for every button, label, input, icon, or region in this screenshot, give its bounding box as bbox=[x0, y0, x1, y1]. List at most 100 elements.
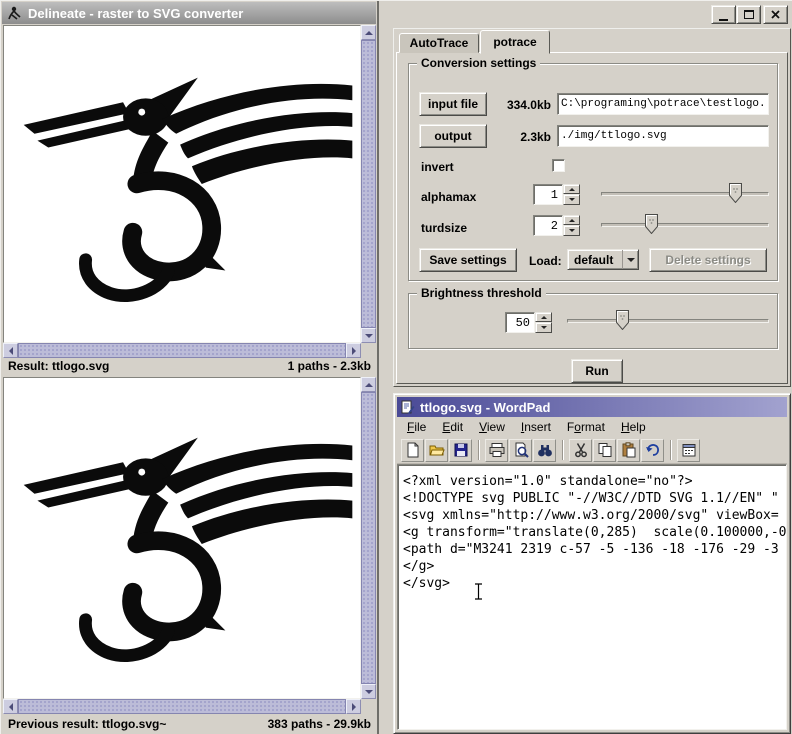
input-file-path-field[interactable] bbox=[557, 93, 769, 115]
date-time-button[interactable] bbox=[677, 439, 700, 462]
turdsize-slider-thumb[interactable] bbox=[645, 214, 658, 234]
print-preview-icon bbox=[513, 442, 529, 458]
wordpad-titlebar[interactable]: ttlogo.svg - WordPad bbox=[397, 397, 787, 417]
scrollbar-thumb[interactable] bbox=[18, 343, 346, 358]
turdsize-slider[interactable] bbox=[601, 213, 769, 237]
input-file-button[interactable]: input file bbox=[419, 92, 487, 116]
scroll-left-button[interactable] bbox=[3, 699, 18, 714]
cut-button[interactable] bbox=[569, 439, 592, 462]
alphamax-slider-track[interactable] bbox=[601, 192, 769, 196]
tab-autotrace[interactable]: AutoTrace bbox=[399, 33, 479, 53]
undo-button[interactable] bbox=[641, 439, 664, 462]
turdsize-slider-track[interactable] bbox=[601, 223, 769, 227]
output-button-label: output bbox=[434, 129, 471, 143]
turdsize-spin-up-button[interactable] bbox=[563, 215, 580, 225]
undo-icon bbox=[645, 442, 661, 458]
brightness-slider[interactable] bbox=[567, 309, 769, 333]
arrow-up-icon bbox=[541, 316, 547, 319]
code-line: </svg> bbox=[403, 575, 781, 592]
dropdown-arrow-icon[interactable] bbox=[622, 250, 638, 269]
delineate-app-icon bbox=[7, 6, 22, 21]
arrow-right-icon bbox=[352, 347, 356, 355]
save-button[interactable] bbox=[449, 439, 472, 462]
delineate-titlebar[interactable]: Delineate - raster to SVG converter bbox=[2, 2, 376, 24]
output-file-button[interactable]: output bbox=[419, 124, 487, 148]
arrow-up-icon bbox=[365, 383, 373, 387]
scroll-left-button[interactable] bbox=[3, 343, 18, 358]
alphamax-slider[interactable] bbox=[601, 182, 769, 206]
alphamax-value[interactable]: 1 bbox=[533, 184, 563, 205]
copy-icon bbox=[597, 442, 613, 458]
paste-button[interactable] bbox=[617, 439, 640, 462]
alphamax-slider-thumb[interactable] bbox=[729, 183, 742, 203]
find-binoculars-icon bbox=[537, 442, 553, 458]
turdsize-value[interactable]: 2 bbox=[533, 215, 563, 236]
brightness-threshold-group: Brightness threshold 50 bbox=[408, 293, 778, 349]
alphamax-spin-down-button[interactable] bbox=[563, 194, 580, 205]
menu-format[interactable]: Format bbox=[559, 418, 613, 436]
scroll-right-button[interactable] bbox=[346, 699, 361, 714]
scroll-down-button[interactable] bbox=[361, 684, 376, 699]
arrow-left-icon bbox=[9, 703, 13, 711]
bird-logo-image bbox=[20, 418, 356, 664]
output-file-size: 2.3kb bbox=[493, 130, 551, 144]
scroll-right-button[interactable] bbox=[346, 343, 361, 358]
run-button[interactable]: Run bbox=[571, 359, 623, 383]
print-preview-button[interactable] bbox=[509, 439, 532, 462]
main-window-titlebar[interactable] bbox=[379, 0, 792, 28]
print-button[interactable] bbox=[485, 439, 508, 462]
previous-vertical-scrollbar[interactable] bbox=[361, 377, 376, 699]
scrollbar-thumb[interactable] bbox=[18, 699, 346, 714]
new-doc-icon bbox=[405, 442, 421, 458]
code-line: <!DOCTYPE svg PUBLIC "-//W3C//DTD SVG 1.… bbox=[403, 490, 781, 507]
scrollbar-thumb[interactable] bbox=[361, 392, 376, 684]
scrollbar-thumb[interactable] bbox=[361, 40, 376, 328]
brightness-spin-up-button[interactable] bbox=[535, 312, 552, 322]
find-button[interactable] bbox=[533, 439, 556, 462]
result-statusbar: Result: ttlogo.svg 1 paths - 2.3kb bbox=[3, 357, 376, 375]
scroll-up-button[interactable] bbox=[361, 25, 376, 40]
code-line: <svg xmlns="http://www.w3.org/2000/svg" … bbox=[403, 507, 781, 524]
menu-help[interactable]: Help bbox=[613, 418, 654, 436]
brightness-spin-down-button[interactable] bbox=[535, 322, 552, 333]
brightness-value[interactable]: 50 bbox=[505, 312, 535, 333]
result-filename: Result: ttlogo.svg bbox=[8, 359, 109, 373]
close-icon bbox=[771, 10, 780, 19]
menu-edit[interactable]: Edit bbox=[434, 418, 471, 436]
scroll-down-button[interactable] bbox=[361, 328, 376, 343]
brightness-slider-track[interactable] bbox=[567, 319, 769, 323]
alphamax-spin-up-button[interactable] bbox=[563, 184, 580, 194]
minimize-button[interactable] bbox=[711, 5, 736, 24]
arrow-left-icon bbox=[9, 347, 13, 355]
tab-potrace-label: potrace bbox=[493, 35, 536, 49]
menu-file[interactable]: File bbox=[399, 418, 434, 436]
invert-checkbox[interactable] bbox=[552, 159, 565, 172]
load-settings-dropdown[interactable]: default bbox=[567, 249, 639, 270]
brightness-threshold-title: Brightness threshold bbox=[417, 286, 546, 300]
wordpad-toolbar bbox=[397, 437, 787, 464]
delete-settings-button[interactable]: Delete settings bbox=[649, 248, 767, 272]
previous-horizontal-scrollbar[interactable] bbox=[3, 699, 361, 714]
result-horizontal-scrollbar[interactable] bbox=[3, 343, 361, 358]
menu-insert[interactable]: Insert bbox=[513, 418, 559, 436]
new-doc-button[interactable] bbox=[401, 439, 424, 462]
tab-potrace[interactable]: potrace bbox=[480, 30, 550, 54]
wordpad-text-area[interactable]: <?xml version="1.0" standalone="no"?><!D… bbox=[397, 464, 787, 730]
open-button[interactable] bbox=[425, 439, 448, 462]
result-stats: 1 paths - 2.3kb bbox=[288, 359, 371, 373]
input-file-size: 334.0kb bbox=[493, 98, 551, 112]
result-vertical-scrollbar[interactable] bbox=[361, 25, 376, 343]
arrow-right-icon bbox=[352, 703, 356, 711]
save-settings-button[interactable]: Save settings bbox=[419, 248, 517, 272]
maximize-button[interactable] bbox=[736, 5, 761, 24]
turdsize-spin-down-button[interactable] bbox=[563, 225, 580, 236]
previous-result-statusbar: Previous result: ttlogo.svg~ 383 paths -… bbox=[3, 714, 376, 733]
arrow-down-icon bbox=[541, 326, 547, 329]
scroll-up-button[interactable] bbox=[361, 377, 376, 392]
menu-view[interactable]: View bbox=[471, 418, 513, 436]
output-file-path-field[interactable] bbox=[557, 125, 769, 147]
copy-button[interactable] bbox=[593, 439, 616, 462]
close-button[interactable] bbox=[763, 5, 788, 24]
scrollbar-corner bbox=[361, 343, 376, 358]
brightness-slider-thumb[interactable] bbox=[616, 310, 629, 330]
